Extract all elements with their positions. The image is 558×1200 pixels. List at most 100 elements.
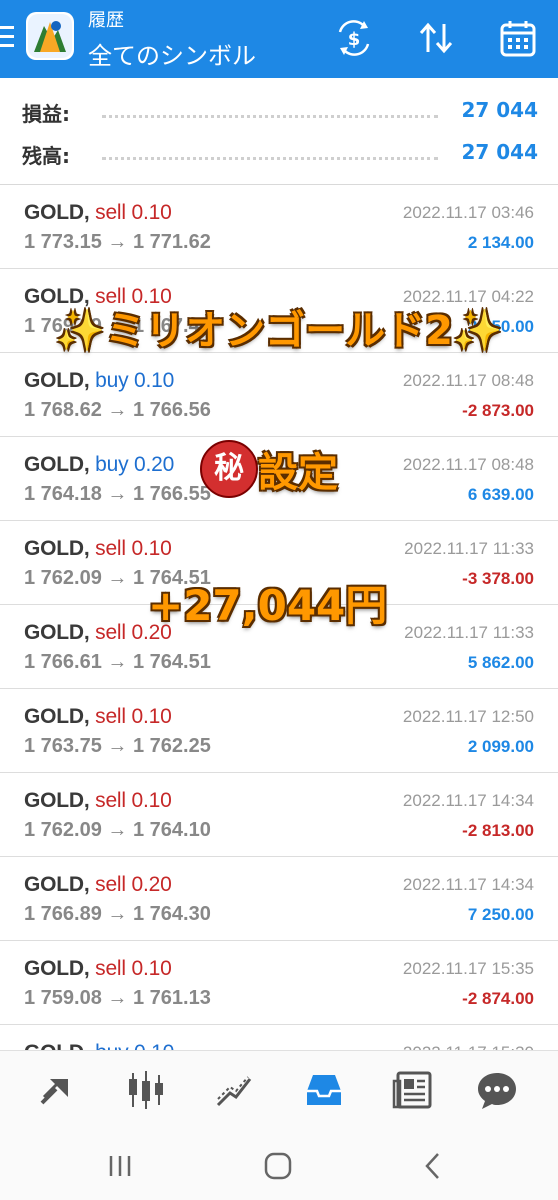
trade-symbol-line: GOLD, sell 0.10 <box>24 285 172 309</box>
close-price: 1 766.56 <box>132 399 211 421</box>
trade-row[interactable]: GOLD, buy 0.10 2022.11.17 15:30 <box>0 1025 558 1050</box>
trade-symbol: GOLD, <box>24 537 90 560</box>
open-price: 1 773.15 <box>24 231 102 253</box>
trade-row[interactable]: GOLD, sell 0.10 1 763.75 → 1 762.25 2022.1… <box>0 689 558 773</box>
trade-history-list[interactable]: GOLD, sell 0.10 1 773.15 → 1 771.62 2022.1… <box>0 185 558 1050</box>
trade-lots: 0.20 <box>134 453 175 476</box>
close-price: 1 762.25 <box>132 735 211 757</box>
trade-time: 2022.11.17 14:34 <box>402 875 534 894</box>
recent-apps-icon[interactable] <box>100 1146 140 1186</box>
summary-panel: 損益: 27 044 残高: 27 044 <box>0 78 558 184</box>
trade-row[interactable]: GOLD, buy 0.10 1 768.62 → 1 766.56 2022.11… <box>0 353 558 437</box>
trade-row[interactable]: GOLD, sell 0.20 1 766.61 → 1 764.51 2022.1… <box>0 605 558 689</box>
balance-label: 残高: <box>22 144 70 168</box>
open-price: 1 768.62 <box>24 399 102 421</box>
trade-row[interactable]: GOLD, sell 0.10 1 759.08 → 1 761.13 2022.1… <box>0 941 558 1025</box>
header-title[interactable]: 全てのシンボル <box>88 36 256 71</box>
history-icon[interactable] <box>301 1067 347 1113</box>
trade-row[interactable]: GOLD, sell 0.10 1 762.09 → 1 764.10 2022.1… <box>0 773 558 857</box>
trade-row[interactable]: GOLD, sell 0.10 1 769.39 → 1 767.49 2022.1… <box>0 269 558 353</box>
trade-prices: 1 762.09 → 1 764.51 <box>24 567 211 590</box>
balance-value: 27 044 <box>461 140 538 164</box>
trade-prices: 1 762.09 → 1 764.10 <box>24 819 211 842</box>
chart-icon[interactable] <box>123 1067 169 1113</box>
trade-symbol: GOLD, <box>24 201 90 224</box>
trade-lots: 0.20 <box>131 873 172 896</box>
home-icon[interactable] <box>258 1146 298 1186</box>
trade-symbol-line: GOLD, buy 0.20 <box>24 453 174 477</box>
trade-type: sell <box>95 621 126 644</box>
trade-symbol-line: GOLD, buy 0.10 <box>24 369 174 393</box>
trade-symbol: GOLD, <box>24 873 90 896</box>
trade-row[interactable]: GOLD, sell 0.10 1 773.15 → 1 771.62 2022.1… <box>0 185 558 269</box>
trade-row[interactable]: GOLD, buy 0.20 1 764.18 → 1 766.55 2022.11… <box>0 437 558 521</box>
trade-prices: 1 766.89 → 1 764.30 <box>24 903 211 926</box>
trade-symbol: GOLD, <box>24 957 90 980</box>
close-price: 1 761.13 <box>132 987 211 1009</box>
trade-lots: 0.10 <box>131 957 172 980</box>
trade-symbol: GOLD, <box>24 705 90 728</box>
open-price: 1 759.08 <box>24 987 102 1009</box>
close-price: 1 764.51 <box>132 651 211 673</box>
bottom-navigation <box>0 1050 558 1129</box>
close-price: 1 764.51 <box>132 567 211 589</box>
trade-type: sell <box>95 537 126 560</box>
quotes-icon[interactable] <box>34 1067 80 1113</box>
currency-filter-icon[interactable]: $ <box>334 18 374 58</box>
trade-symbol: GOLD, <box>24 1041 90 1050</box>
app-header: 履歴 全てのシンボル $ <box>0 0 558 78</box>
trade-time: 2022.11.17 11:33 <box>404 539 534 558</box>
trade-type: buy <box>95 1041 128 1050</box>
trade-profit: 2 099.00 <box>467 737 534 756</box>
back-icon[interactable] <box>414 1146 454 1186</box>
trade-profit: 7 250.00 <box>467 905 534 924</box>
trade-time: 2022.11.17 11:33 <box>404 623 534 642</box>
open-price: 1 762.09 <box>24 819 102 841</box>
trade-icon[interactable] <box>212 1067 258 1113</box>
trade-symbol-line: GOLD, buy 0.10 <box>24 1041 174 1050</box>
trade-lots: 0.10 <box>131 789 172 812</box>
trade-symbol-line: GOLD, sell 0.10 <box>24 789 172 813</box>
trade-lots: 0.10 <box>131 201 172 224</box>
trade-lots: 0.10 <box>134 369 175 392</box>
trade-prices: 1 766.61 → 1 764.51 <box>24 651 211 674</box>
arrow-icon: → <box>107 987 128 1009</box>
trade-row[interactable]: GOLD, sell 0.10 1 762.09 → 1 764.51 2022.1… <box>0 521 558 605</box>
trade-symbol: GOLD, <box>24 285 90 308</box>
arrow-icon: → <box>107 231 128 253</box>
trade-row[interactable]: GOLD, sell 0.20 1 766.89 → 1 764.30 2022.1… <box>0 857 558 941</box>
arrow-icon: → <box>107 315 128 337</box>
trade-time: 2022.11.17 12:50 <box>402 707 534 726</box>
news-icon[interactable] <box>390 1067 436 1113</box>
chat-icon[interactable] <box>474 1067 520 1113</box>
sort-icon[interactable] <box>416 18 456 58</box>
open-price: 1 769.39 <box>24 315 102 337</box>
close-price: 1 766.55 <box>132 483 211 505</box>
dotted-leader <box>102 115 438 118</box>
trade-type: sell <box>95 705 126 728</box>
calendar-icon[interactable] <box>498 18 538 58</box>
close-price: 1 764.30 <box>132 903 211 925</box>
trade-prices: 1 769.39 → 1 767.49 <box>24 315 211 338</box>
trade-symbol-line: GOLD, sell 0.10 <box>24 201 172 225</box>
trade-symbol-line: GOLD, sell 0.10 <box>24 705 172 729</box>
trade-time: 2022.11.17 08:48 <box>402 371 534 390</box>
close-price: 1 764.10 <box>132 819 211 841</box>
trade-type: buy <box>95 369 129 392</box>
trade-profit: -2 874.00 <box>462 989 534 1008</box>
arrow-icon: → <box>107 567 128 589</box>
trade-prices: 1 773.15 → 1 771.62 <box>24 231 211 254</box>
trade-profit: -3 378.00 <box>462 569 534 588</box>
arrow-icon: → <box>107 819 128 841</box>
metatrader-logo <box>26 12 74 60</box>
trade-lots: 0.10 <box>134 1041 174 1050</box>
trade-type: buy <box>95 453 129 476</box>
dotted-leader <box>102 157 438 160</box>
trade-profit: -2 813.00 <box>462 821 534 840</box>
trade-profit: 2 650.00 <box>467 317 534 336</box>
trade-time: 2022.11.17 15:35 <box>402 959 534 978</box>
trade-lots: 0.10 <box>131 537 172 560</box>
arrow-icon: → <box>107 735 128 757</box>
trade-profit: 6 639.00 <box>467 485 534 504</box>
menu-icon[interactable] <box>0 26 18 50</box>
